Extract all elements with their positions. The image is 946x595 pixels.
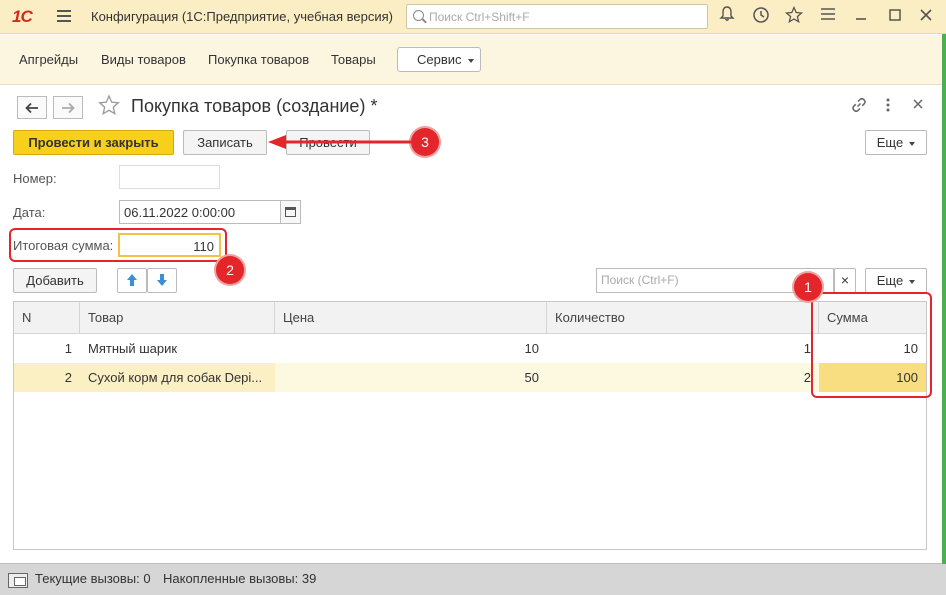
cell-product[interactable]: Мятный шарик [80, 334, 275, 363]
arrow-left-icon [25, 102, 38, 114]
save-button[interactable]: Записать [183, 130, 267, 155]
date-field[interactable]: 06.11.2022 0:00:00 [119, 200, 281, 224]
chevron-down-icon [909, 279, 916, 284]
move-down-button[interactable] [147, 268, 177, 293]
star-icon[interactable] [783, 5, 805, 28]
table-more-label: Еще [876, 273, 904, 288]
post-and-close-button[interactable]: Провести и закрыть [13, 130, 174, 155]
nav-item-product-types[interactable]: Виды товаров [101, 52, 186, 67]
global-search-input[interactable]: Поиск Ctrl+Shift+F [406, 4, 708, 29]
column-header-price[interactable]: Цена [275, 302, 547, 334]
move-up-button[interactable] [117, 268, 147, 293]
title-bar: 1С Конфигурация (1С:Предприятие, учебная… [0, 0, 946, 34]
column-header-n[interactable]: N [14, 302, 80, 334]
status-bar: Текущие вызовы: 0 Накопленные вызовы: 39 [0, 563, 946, 595]
chevron-down-icon [909, 141, 916, 146]
window-edge [942, 34, 946, 564]
cell-n[interactable]: 2 [14, 363, 80, 392]
close-icon[interactable] [915, 6, 937, 28]
annotation-arrow-icon [268, 135, 411, 149]
1c-logo-icon[interactable]: 1С [12, 7, 33, 27]
service-menu-button[interactable]: Сервис [397, 47, 481, 72]
accumulated-calls-text: Накопленные вызовы: 39 [163, 571, 317, 586]
cell-price[interactable]: 10 [275, 334, 547, 363]
forward-button[interactable] [53, 96, 83, 119]
history-icon[interactable] [750, 6, 772, 28]
calendar-button[interactable] [281, 200, 301, 224]
global-search-placeholder: Поиск Ctrl+Shift+F [429, 10, 530, 24]
cell-price[interactable]: 50 [275, 363, 547, 392]
cell-product[interactable]: Сухой корм для собак Depi... [80, 363, 275, 392]
table-row[interactable]: 2 Сухой корм для собак Depi... 50 2 100 [14, 363, 926, 392]
arrow-up-icon [127, 274, 137, 286]
app-title: Конфигурация (1С:Предприятие, учебная ве… [91, 9, 393, 24]
column-header-product[interactable]: Товар [80, 302, 275, 334]
number-label: Номер: [13, 171, 57, 186]
cell-n[interactable]: 1 [14, 334, 80, 363]
hamburger-menu-icon[interactable] [57, 10, 71, 22]
bell-icon[interactable] [716, 6, 738, 28]
cell-quantity[interactable]: 1 [547, 334, 819, 363]
search-icon [413, 10, 424, 21]
cell-quantity[interactable]: 2 [547, 363, 819, 392]
nav-item-upgrades[interactable]: Апгрейды [19, 52, 78, 67]
maximize-icon[interactable] [884, 6, 906, 28]
current-calls-text: Текущие вызовы: 0 [35, 571, 151, 586]
back-button[interactable] [17, 96, 47, 119]
annotation-box-sum-column [811, 292, 932, 398]
form-more-label: Еще [876, 135, 904, 150]
table-row[interactable]: 1 Мятный шарик 10 1 10 [14, 334, 926, 363]
column-header-quantity[interactable]: Количество [547, 302, 819, 334]
arrow-down-icon [157, 274, 167, 286]
form-title: Покупка товаров (создание) * [131, 96, 378, 116]
table-header: N Товар Цена Количество Сумма [14, 302, 926, 334]
settings-icon[interactable] [817, 6, 839, 28]
table-more-button[interactable]: Еще [865, 268, 927, 293]
annotation-box-total [9, 228, 227, 262]
link-icon[interactable] [851, 97, 867, 117]
form-close-icon[interactable] [912, 97, 924, 115]
more-vertical-icon[interactable] [885, 97, 891, 117]
minimize-icon[interactable] [850, 6, 872, 28]
service-menu-label: Сервис [417, 52, 462, 67]
form-more-button[interactable]: Еще [865, 130, 927, 155]
annotation-badge-1: 1 [794, 273, 822, 301]
date-label: Дата: [13, 205, 46, 220]
number-field[interactable] [119, 165, 220, 189]
nav-item-products[interactable]: Товары [331, 52, 376, 67]
products-table[interactable]: N Товар Цена Количество Сумма 1 Мятный ш… [13, 301, 927, 550]
favorite-star-icon[interactable] [98, 94, 120, 122]
annotation-badge-2: 2 [216, 256, 244, 284]
nav-item-purchases[interactable]: Покупка товаров [208, 52, 309, 67]
calendar-icon [285, 207, 296, 217]
windows-icon[interactable] [8, 573, 28, 588]
chevron-down-icon [467, 58, 474, 63]
add-row-button[interactable]: Добавить [13, 268, 97, 293]
arrow-right-icon [62, 102, 75, 114]
clear-search-button[interactable]: × [834, 268, 856, 293]
